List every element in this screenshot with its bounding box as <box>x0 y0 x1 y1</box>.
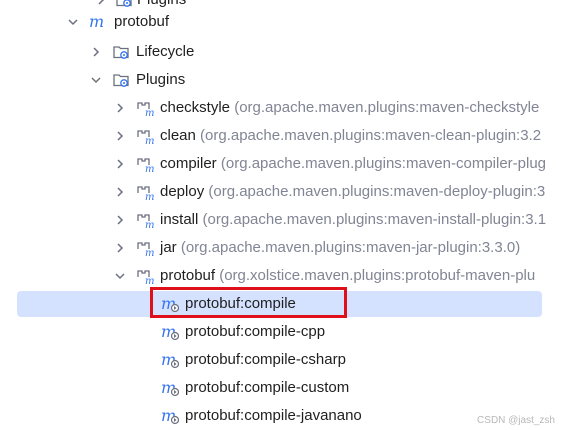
plugin-name: clean <box>160 127 196 144</box>
chevron-down-icon[interactable] <box>113 269 127 283</box>
watermark: CSDN @jast_zsh <box>477 415 555 426</box>
chevron-right-icon[interactable] <box>113 129 127 143</box>
svg-text:m: m <box>145 192 154 201</box>
annotation-highlight-box <box>150 287 347 318</box>
plugins-folder-icon <box>115 0 133 9</box>
goal-name: protobuf:compile-custom <box>185 379 350 396</box>
goal-name: protobuf:compile-javanano <box>185 407 362 424</box>
chevron-right-icon[interactable] <box>113 157 127 171</box>
maven-plugin-icon: m <box>136 239 154 257</box>
chevron-right-icon[interactable] <box>113 213 127 227</box>
chevron-right-icon[interactable] <box>113 101 127 115</box>
tree-row-plugin-protobuf[interactable]: m protobuf (org.xolstice.maven.plugins:p… <box>0 262 561 290</box>
goal-name: protobuf:compile-csharp <box>185 351 346 368</box>
maven-module-icon: m <box>88 13 106 31</box>
plugin-name: jar <box>160 239 177 256</box>
tree-row-plugins[interactable]: Plugins <box>0 66 561 94</box>
svg-text:m: m <box>145 136 154 145</box>
plugin-coordinates: (org.apache.maven.plugins:maven-checksty… <box>234 99 540 116</box>
tree-row-goal-compile-cpp[interactable]: m protobuf:compile-cpp <box>0 318 561 346</box>
plugin-name: compiler <box>160 155 217 172</box>
chevron-right-icon[interactable] <box>113 185 127 199</box>
goal-name: protobuf:compile-cpp <box>185 323 326 340</box>
tree-row-label: Plugins <box>137 0 186 9</box>
chevron-down-icon[interactable] <box>66 15 80 29</box>
svg-text:m: m <box>89 13 104 31</box>
plugin-coordinates: (org.apache.maven.plugins:maven-clean-pl… <box>200 127 542 144</box>
svg-text:m: m <box>145 248 154 257</box>
tree-row-protobuf-module[interactable]: m protobuf <box>0 8 561 36</box>
svg-text:m: m <box>145 108 154 117</box>
maven-goal-icon: m <box>161 351 179 369</box>
chevron-right-icon[interactable] <box>89 45 103 59</box>
plugin-name: deploy <box>160 183 205 200</box>
plugin-name: install <box>160 211 199 228</box>
tree-row-plugin-compiler[interactable]: m compiler (org.apache.maven.plugins:mav… <box>0 150 561 178</box>
plugin-coordinates: (org.apache.maven.plugins:maven-jar-plug… <box>180 239 521 256</box>
chevron-down-icon[interactable] <box>89 73 103 87</box>
maven-plugin-icon: m <box>136 267 154 285</box>
tree-row-plugin-jar[interactable]: m jar (org.apache.maven.plugins:maven-ja… <box>0 234 561 262</box>
svg-text:m: m <box>145 164 154 173</box>
svg-text:m: m <box>145 276 154 285</box>
plugin-coordinates: (org.apache.maven.plugins:maven-deploy-p… <box>208 183 546 200</box>
maven-plugin-icon: m <box>136 183 154 201</box>
maven-plugin-icon: m <box>136 99 154 117</box>
tree-row-label: Plugins <box>136 71 186 88</box>
tree-row-plugin-clean[interactable]: m clean (org.apache.maven.plugins:maven-… <box>0 122 561 150</box>
tree-row-lifecycle[interactable]: Lifecycle <box>0 38 561 66</box>
svg-text:m: m <box>145 220 154 229</box>
plugin-coordinates: (org.apache.maven.plugins:maven-compiler… <box>220 155 547 172</box>
tree-row-goal-compile-csharp[interactable]: m protobuf:compile-csharp <box>0 346 561 374</box>
tree-row-plugin-deploy[interactable]: m deploy (org.apache.maven.plugins:maven… <box>0 178 561 206</box>
chevron-right-icon[interactable] <box>94 0 108 7</box>
maven-plugin-icon: m <box>136 155 154 173</box>
tree-row-label: Lifecycle <box>136 43 195 60</box>
plugin-name: protobuf <box>160 267 216 284</box>
maven-goal-icon: m <box>161 323 179 341</box>
plugins-folder-icon <box>112 71 130 89</box>
maven-goal-icon: m <box>161 379 179 397</box>
tree-row-plugin-install[interactable]: m install (org.apache.maven.plugins:mave… <box>0 206 561 234</box>
maven-plugin-icon: m <box>136 127 154 145</box>
lifecycle-folder-icon <box>112 43 130 61</box>
tree-row-label: protobuf <box>114 13 170 30</box>
maven-goal-icon: m <box>161 407 179 425</box>
chevron-right-icon[interactable] <box>113 241 127 255</box>
plugin-coordinates: (org.xolstice.maven.plugins:protobuf-mav… <box>219 267 536 284</box>
tree-row-plugin-checkstyle[interactable]: m checkstyle (org.apache.maven.plugins:m… <box>0 94 561 122</box>
maven-plugin-icon: m <box>136 211 154 229</box>
plugin-coordinates: (org.apache.maven.plugins:maven-install-… <box>202 211 547 228</box>
plugin-name: checkstyle <box>160 99 231 116</box>
tree-row-goal-compile-custom[interactable]: m protobuf:compile-custom <box>0 374 561 402</box>
